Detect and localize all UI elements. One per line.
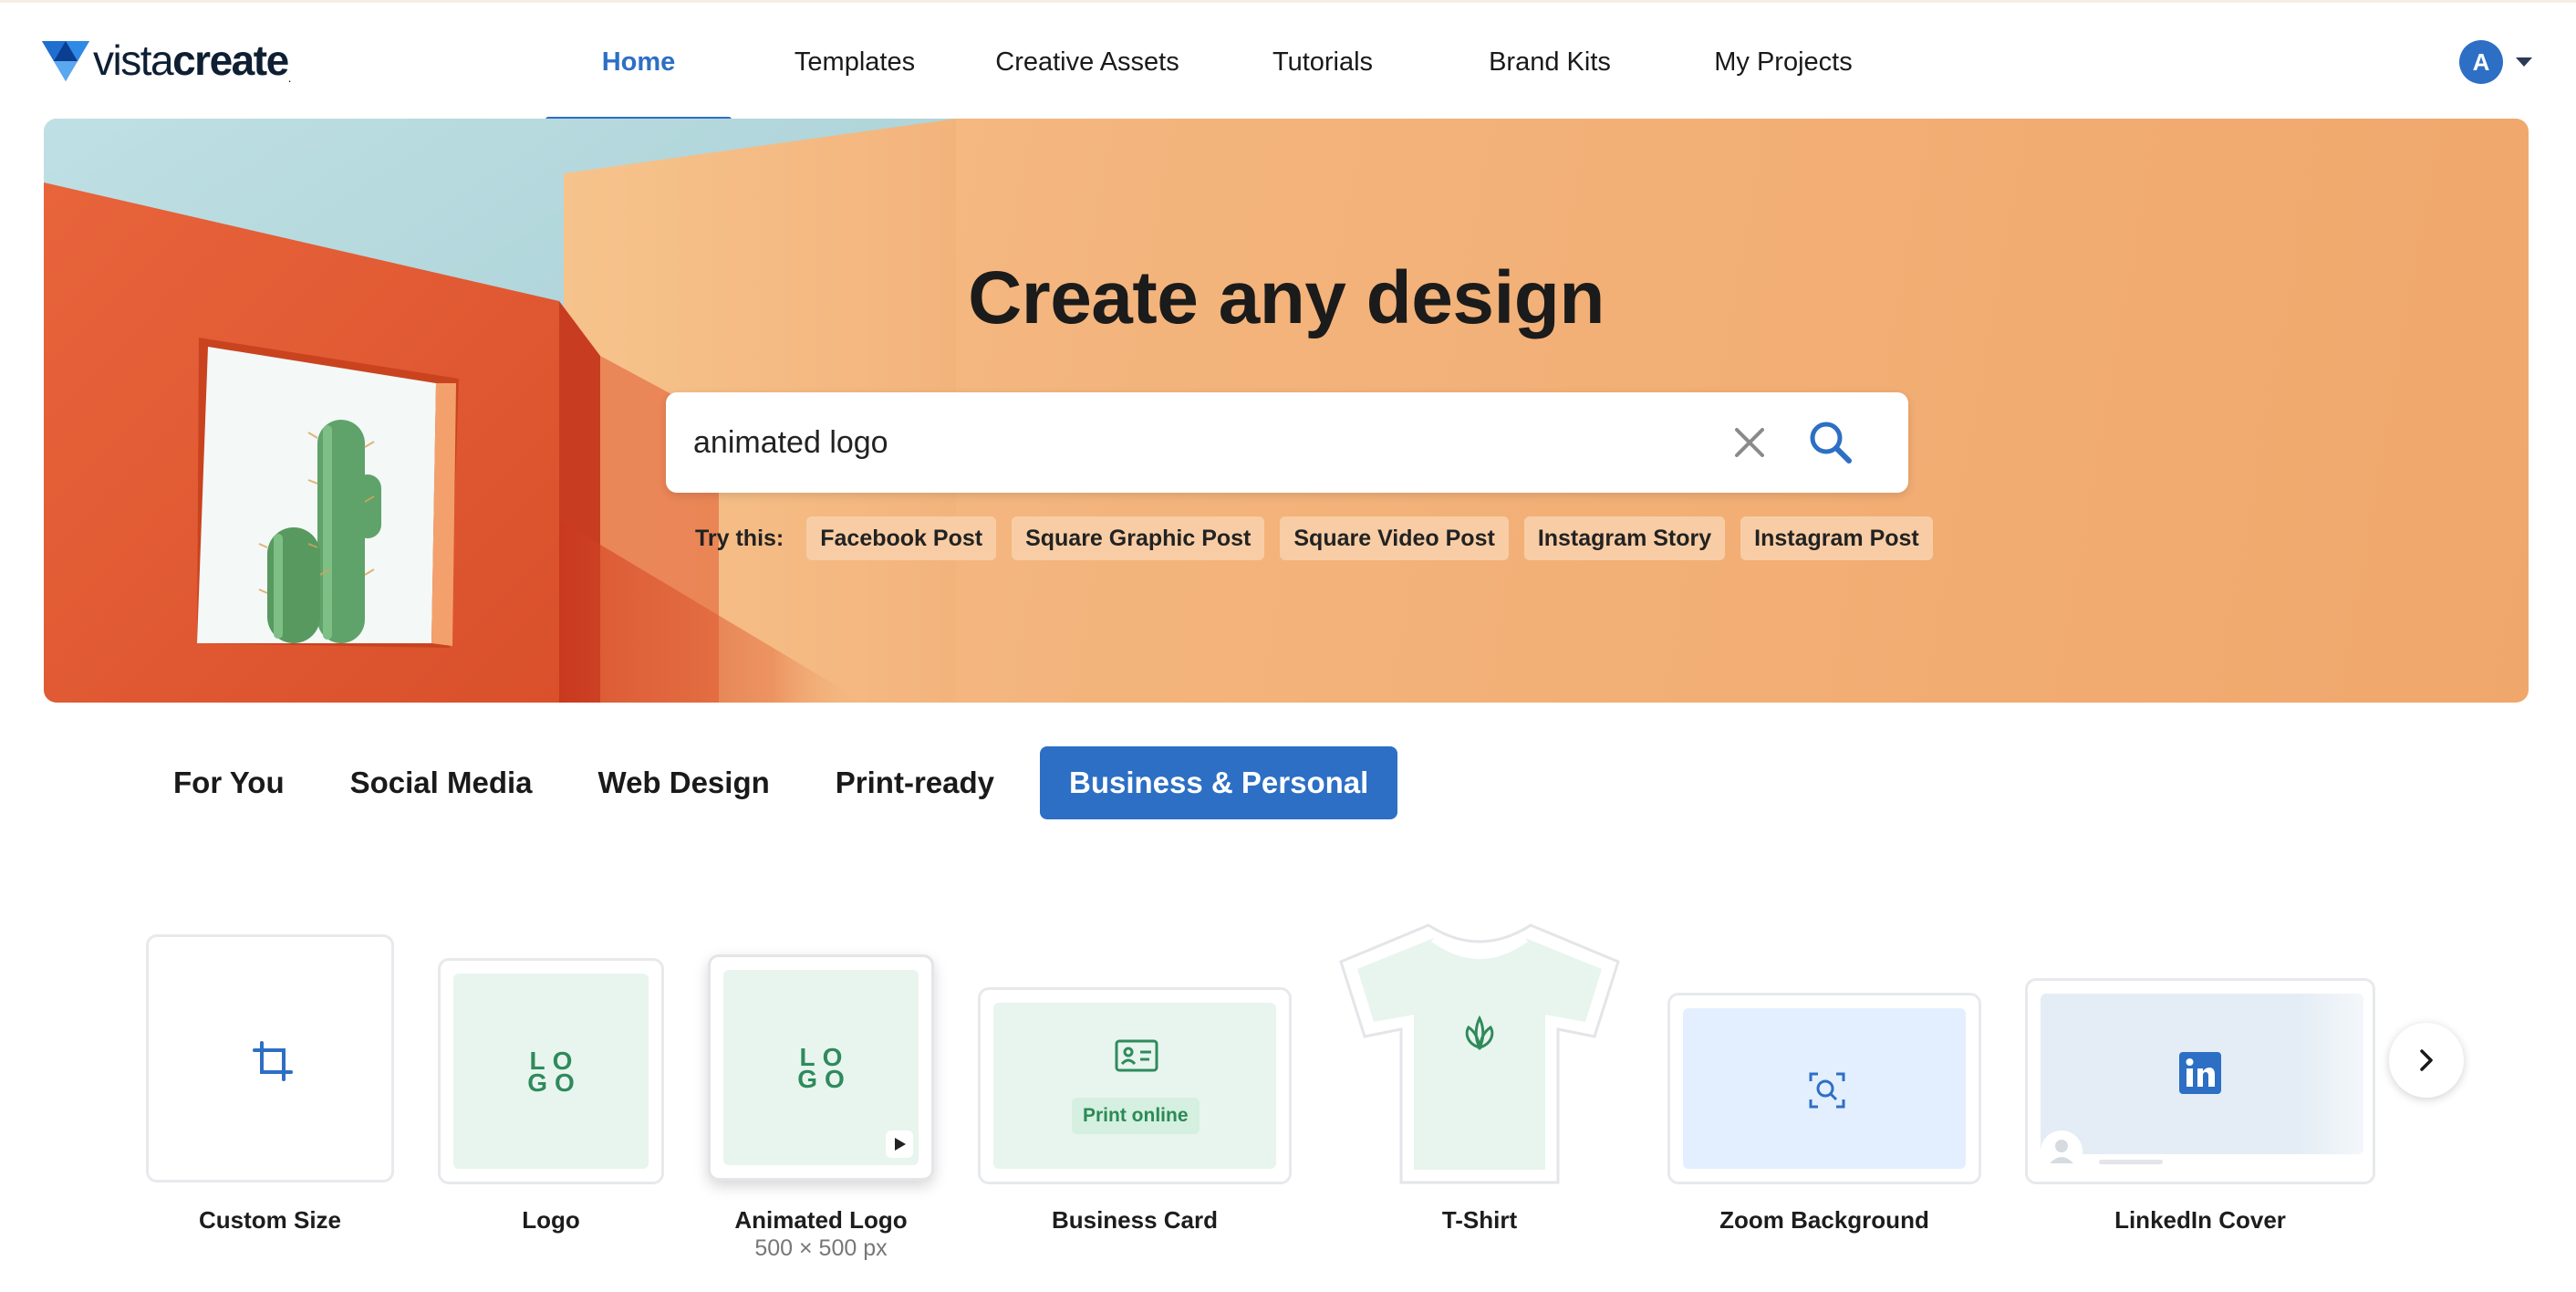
format-carousel: Custom Size LO GO Logo LO GO Animated Logo… — [0, 912, 2576, 1292]
play-icon — [895, 1138, 906, 1151]
card-thumbnail — [2025, 978, 2375, 1184]
tab-social-media[interactable]: Social Media — [330, 746, 553, 819]
format-card-animated-logo[interactable]: LO GO Animated Logo 500 × 500 px — [708, 954, 934, 1265]
account-menu[interactable]: A — [2459, 40, 2532, 84]
profile-placeholder — [2041, 1130, 2083, 1172]
card-thumbnail: LO GO — [708, 954, 934, 1181]
thumbnail-bg — [993, 1003, 1276, 1169]
format-card-linkedin-cover[interactable]: LinkedIn Cover — [2025, 978, 2375, 1245]
profile-line — [2099, 1160, 2163, 1164]
nav-creative-assets[interactable]: Creative Assets — [978, 3, 1197, 121]
card-thumbnail: Print online — [978, 987, 1292, 1184]
nav-my-projects[interactable]: My Projects — [1651, 3, 1916, 121]
suggestion-chip[interactable]: Square Video Post — [1280, 516, 1509, 560]
chevron-down-icon[interactable] — [2516, 57, 2532, 67]
nav-tutorials[interactable]: Tutorials — [1197, 3, 1449, 121]
suggestion-row: Try this: Facebook Post Square Graphic P… — [695, 516, 1948, 560]
tab-business-personal[interactable]: Business & Personal — [1040, 746, 1398, 819]
hero-title: Create any design — [968, 256, 1605, 339]
tab-print-ready[interactable]: Print-ready — [815, 746, 1014, 819]
try-this-label: Try this: — [695, 525, 784, 551]
suggestion-chip[interactable]: Facebook Post — [806, 516, 997, 560]
search-input[interactable] — [693, 392, 1678, 493]
format-card-logo[interactable]: LO GO Logo — [438, 958, 664, 1245]
card-thumbnail — [1667, 993, 1981, 1184]
logo-mark-icon — [42, 41, 89, 81]
logo-wordmark: vistacreate. — [93, 36, 292, 85]
search-icon[interactable] — [1806, 418, 1855, 467]
nav-home[interactable]: Home — [545, 3, 732, 121]
linkedin-icon — [2179, 1052, 2221, 1094]
format-card-custom-size[interactable]: Custom Size — [146, 934, 394, 1245]
category-tabs: For You Social Media Web Design Print-re… — [153, 746, 1423, 819]
search-bar — [666, 392, 1908, 493]
logo-icon: LO GO — [527, 1047, 582, 1097]
nav-templates[interactable]: Templates — [732, 3, 978, 121]
carousel-next-button[interactable] — [2389, 1023, 2464, 1098]
leaf-icon — [1465, 1015, 1494, 1051]
card-dimensions: 500 × 500 px — [754, 1235, 888, 1261]
top-header: vistacreate. Home Templates Creative Ass… — [0, 0, 2576, 121]
print-online-badge: Print online — [1072, 1098, 1200, 1134]
card-label: LinkedIn Cover — [2114, 1206, 2286, 1234]
suggestion-chip[interactable]: Square Graphic Post — [1012, 516, 1265, 560]
tab-for-you[interactable]: For You — [153, 746, 305, 819]
search-icon — [1809, 1072, 1845, 1109]
logo-icon: LO GO — [797, 1043, 852, 1093]
suggestion-chip[interactable]: Instagram Story — [1523, 516, 1726, 560]
play-badge — [886, 1130, 913, 1158]
format-card-t-shirt[interactable]: T-Shirt — [1337, 922, 1622, 1245]
suggestion-chip[interactable]: Instagram Post — [1740, 516, 1933, 560]
chevron-right-icon — [2420, 1049, 2433, 1071]
t-shirt-shape — [1339, 923, 1620, 1184]
user-icon — [2050, 1140, 2073, 1163]
id-card-icon — [1115, 1039, 1158, 1072]
format-card-business-card[interactable]: Print online Business Card — [978, 987, 1292, 1245]
nav-brand-kits[interactable]: Brand Kits — [1449, 3, 1651, 121]
vistacreate-logo[interactable]: vistacreate. — [42, 36, 292, 85]
avatar[interactable]: A — [2459, 40, 2503, 84]
format-card-zoom-background[interactable]: Zoom Background — [1667, 993, 1981, 1245]
card-thumbnail: LO GO — [438, 958, 664, 1184]
tab-web-design[interactable]: Web Design — [578, 746, 790, 819]
hero-banner: Create any design Try this: Facebook Pos… — [44, 119, 2529, 703]
main-nav: Home Templates Creative Assets Tutorials… — [545, 3, 1916, 121]
card-thumbnail — [146, 934, 394, 1183]
close-icon[interactable] — [1729, 422, 1771, 464]
crop-icon — [253, 1041, 293, 1081]
